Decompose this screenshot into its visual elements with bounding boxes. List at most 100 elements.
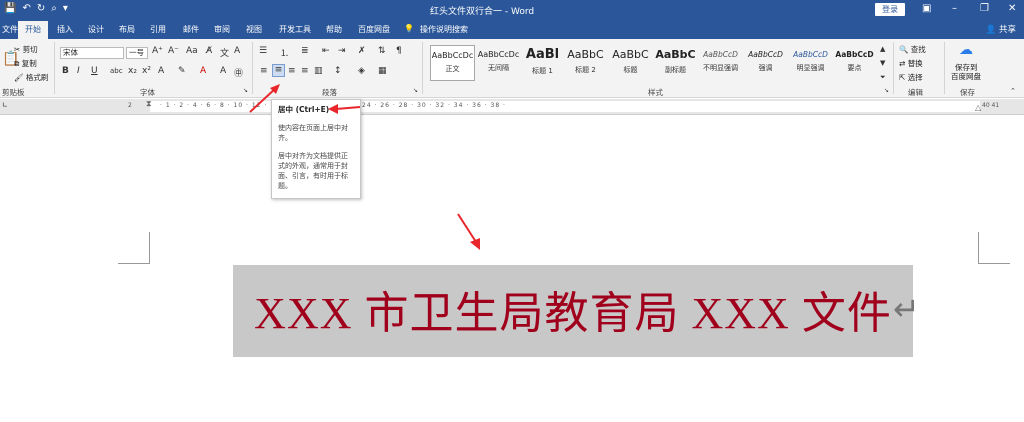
margin-corner-top-left — [118, 232, 150, 264]
tab-view[interactable]: 视图 — [246, 24, 262, 35]
styles-scroll-down-icon[interactable]: ▼ — [880, 59, 885, 67]
strikethrough-icon[interactable]: abc — [110, 67, 123, 75]
right-indent-marker-icon[interactable]: △ — [975, 103, 981, 112]
style-title[interactable]: AaBbC 标题 — [608, 45, 653, 81]
style-sample: AaBbCcDc — [431, 51, 474, 60]
show-marks-icon[interactable]: ¶ — [396, 46, 402, 56]
close-icon[interactable]: ✕ — [1008, 3, 1016, 14]
minimize-icon[interactable]: – — [952, 3, 957, 14]
style-heading-1[interactable]: AaBl 标题 1 — [520, 45, 565, 81]
distributed-icon[interactable]: ▥ — [314, 66, 323, 76]
tab-selector-icon[interactable]: ∟ — [2, 101, 8, 109]
clear-format-icon[interactable]: A̸ — [206, 46, 212, 56]
font-size-combo[interactable]: 一号 — [126, 47, 148, 59]
tab-baidu-netdisk[interactable]: 百度网盘 — [358, 24, 390, 35]
borders-icon[interactable]: ▦ — [378, 66, 387, 76]
group-separator — [422, 42, 423, 94]
tab-references[interactable]: 引用 — [150, 24, 166, 35]
style-sample: AaBbCcD — [748, 50, 783, 59]
char-border-icon[interactable]: A — [234, 46, 240, 56]
clipboard-group-label: 剪贴板 — [2, 88, 25, 97]
undo-icon[interactable]: ↶ — [22, 3, 30, 14]
tab-file[interactable]: 文件 — [2, 24, 18, 35]
margin-corner-top-right — [978, 232, 1010, 264]
highlight-icon[interactable]: ✎ — [178, 66, 186, 76]
font-color-icon[interactable]: A — [200, 66, 206, 76]
chinese-layout-icon[interactable]: ✗ — [358, 46, 366, 56]
style-heading-2[interactable]: AaBbC 标题 2 — [563, 45, 608, 81]
font-name-combo[interactable]: 宋体 — [60, 47, 124, 59]
char-shading-icon[interactable]: A — [220, 66, 226, 76]
replace-button[interactable]: ⇄ 替换 — [899, 58, 923, 69]
subscript-icon[interactable]: x₂ — [128, 66, 137, 76]
decrease-indent-icon[interactable]: ⇤ — [322, 46, 330, 56]
justify-icon[interactable]: ≡ — [301, 66, 309, 76]
cut-button[interactable]: ✂ 剪切 — [14, 44, 38, 55]
styles-more-icon[interactable]: ⏷ — [880, 73, 886, 82]
tab-developer[interactable]: 开发工具 — [279, 24, 311, 35]
style-subtle-emphasis[interactable]: AaBbCcD 不明显强调 — [698, 45, 743, 81]
increase-indent-icon[interactable]: ⇥ — [338, 46, 346, 56]
paragraph-dialog-launcher-icon[interactable]: ↘ — [413, 87, 418, 94]
tab-design[interactable]: 设计 — [88, 24, 104, 35]
style-normal[interactable]: AaBbCcDc 正文 — [430, 45, 475, 81]
collapse-ribbon-icon[interactable]: ⌃ — [1010, 87, 1016, 95]
horizontal-ruler[interactable]: ∟ 2 · 1 · 2 · 4 · 6 · 8 · 10 · 12 · 14 ·… — [0, 99, 1024, 115]
document-heading[interactable]: XXX 市卫生局教育局 XXX 文件 — [233, 277, 913, 341]
tab-insert[interactable]: 插入 — [57, 24, 73, 35]
grow-font-icon[interactable]: A⁺ — [152, 46, 163, 56]
align-left-icon[interactable]: ≡ — [260, 66, 268, 76]
tab-review[interactable]: 审阅 — [214, 24, 230, 35]
style-name: 要点 — [847, 64, 862, 72]
find-label: 查找 — [910, 45, 926, 54]
tab-layout[interactable]: 布局 — [119, 24, 135, 35]
style-strong[interactable]: AaBbCcD 要点 — [832, 45, 877, 81]
underline-icon[interactable]: U — [91, 66, 98, 76]
redo-icon[interactable]: ↻ — [37, 3, 45, 14]
maximize-icon[interactable]: ❐ — [980, 3, 989, 14]
change-case-icon[interactable]: Aa — [186, 46, 198, 56]
customize-icon[interactable]: ▾ — [63, 3, 68, 14]
login-button[interactable]: 登录 — [875, 3, 905, 16]
align-center-icon[interactable]: ≡ — [272, 64, 285, 77]
shading-icon[interactable]: ◈ — [358, 66, 365, 76]
tab-help[interactable]: 帮助 — [326, 24, 342, 35]
style-subtitle[interactable]: AaBbC 副标题 — [653, 45, 698, 81]
share-button[interactable]: 👤 共享 — [986, 23, 1016, 35]
superscript-icon[interactable]: x² — [142, 66, 151, 76]
numbering-icon[interactable]: ⒈ — [280, 46, 289, 59]
text-effects-icon[interactable]: A — [158, 66, 164, 76]
copy-button[interactable]: ⧉ 复制 — [14, 58, 37, 69]
print-preview-icon[interactable]: ⌕ — [51, 3, 57, 14]
line-spacing-icon[interactable]: ↕ — [334, 66, 342, 76]
italic-icon[interactable]: I — [77, 66, 80, 76]
style-sample: AaBbCcDc — [477, 50, 520, 59]
style-intense-emphasis[interactable]: AaBbCcD 明显强调 — [788, 45, 833, 81]
ribbon-display-icon[interactable]: ▣ — [922, 3, 931, 14]
quick-access-toolbar: 💾 ↶ ↻ ⌕ ▾ — [4, 3, 68, 14]
align-right-icon[interactable]: ≡ — [288, 66, 296, 76]
save-to-line2[interactable]: 百度网盘 — [951, 71, 981, 82]
styles-scroll-up-icon[interactable]: ▲ — [880, 45, 885, 53]
styles-dialog-launcher-icon[interactable]: ↘ — [884, 87, 889, 94]
phonetic-guide-icon[interactable]: 文 — [220, 46, 229, 59]
find-button[interactable]: 🔍 查找 — [899, 44, 926, 55]
style-name: 不明显强调 — [703, 64, 738, 72]
style-emphasis[interactable]: AaBbCcD 强调 — [743, 45, 788, 81]
multilevel-list-icon[interactable]: ≣ — [301, 46, 309, 56]
sort-icon[interactable]: ⇅ — [378, 46, 386, 56]
shrink-font-icon[interactable]: A⁻ — [168, 46, 179, 56]
baidu-netdisk-icon[interactable]: ☁ — [959, 42, 973, 58]
tell-me-search[interactable]: 操作说明搜索 — [420, 24, 468, 35]
style-name: 副标题 — [665, 66, 686, 74]
tab-home[interactable]: 开始 — [18, 21, 48, 39]
tab-mailings[interactable]: 邮件 — [183, 24, 199, 35]
enclose-char-icon[interactable]: ㊥ — [234, 66, 243, 79]
format-painter-button[interactable]: 🖌 格式刷 — [14, 72, 48, 83]
style-no-spacing[interactable]: AaBbCcDc 无间隔 — [476, 45, 521, 81]
bold-icon[interactable]: B — [62, 66, 69, 76]
bullets-icon[interactable]: ☰ — [259, 46, 267, 56]
select-button[interactable]: ⇱ 选择 — [899, 72, 923, 83]
left-indent-marker-icon[interactable]: ⧗ — [146, 99, 152, 109]
save-icon[interactable]: 💾 — [4, 3, 16, 14]
